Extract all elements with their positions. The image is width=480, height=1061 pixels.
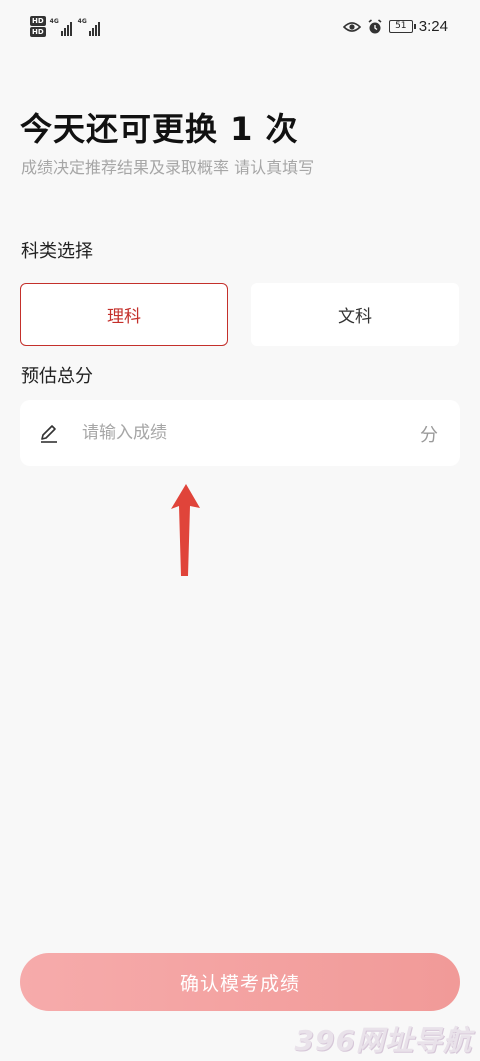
hd-badge-1: HD (30, 16, 46, 26)
hd-icon: HD HD (30, 16, 46, 37)
status-bar-right: 51 3:24 (342, 18, 448, 35)
subject-option-science[interactable]: 理科 (20, 283, 228, 346)
subject-section-label: 科类选择 (21, 241, 93, 262)
network-type-2: 4G (77, 18, 87, 25)
hd-badge-2: HD (30, 27, 46, 37)
eye-icon (342, 21, 361, 32)
annotation-arrow-icon (171, 484, 200, 576)
subject-option-label: 文科 (338, 307, 372, 327)
status-bar-left: HD HD 4G 4G (30, 16, 102, 37)
score-section-label: 预估总分 (21, 366, 93, 387)
subject-option-liberal-arts[interactable]: 文科 (251, 283, 459, 346)
page-subtitle: 成绩决定推荐结果及录取概率 请认真填写 (21, 158, 315, 177)
battery-icon: 51 (388, 20, 416, 33)
confirm-score-button[interactable]: 确认模考成绩 (20, 953, 460, 1011)
watermark: 396网址导航 (294, 1024, 472, 1057)
signal-icon: 4G (78, 16, 102, 36)
pencil-icon (41, 425, 57, 443)
score-input[interactable] (82, 400, 402, 466)
alarm-icon (368, 18, 382, 33)
status-time: 3:24 (418, 18, 448, 35)
page-title: 今天还可更换 1 次 (20, 110, 299, 148)
status-bar: HD HD 4G 4G 51 3:24 (0, 0, 480, 56)
battery-level: 51 (395, 21, 407, 31)
score-unit: 分 (420, 425, 438, 446)
signal-icon: 4G (50, 16, 74, 36)
network-type-1: 4G (49, 18, 59, 25)
score-field[interactable]: 分 (20, 400, 460, 466)
subject-option-label: 理科 (107, 307, 141, 327)
